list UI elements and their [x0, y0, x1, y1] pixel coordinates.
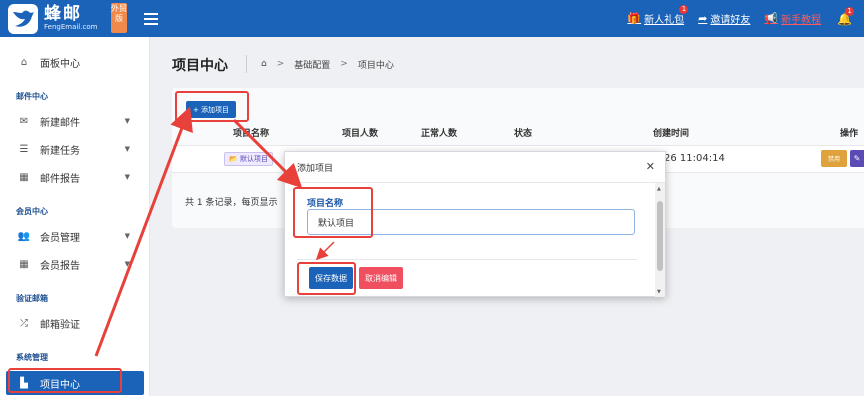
brand-domain: FengEmail.com: [44, 23, 98, 31]
column-header: 项目名称: [233, 129, 270, 139]
project-name-tag[interactable]: 📂 默认项目: [224, 152, 273, 166]
chevron-right-icon: >: [340, 59, 348, 69]
sidebar-item-member-manage[interactable]: 👥 会员管理 ▼: [0, 224, 150, 248]
dialog-scrollbar[interactable]: ▲ ▼: [655, 183, 665, 297]
column-header: 操作: [840, 129, 859, 139]
created-time: 26 11:04:14: [664, 153, 725, 164]
chevron-down-icon: ▼: [124, 232, 130, 240]
home-breadcrumb-icon[interactable]: ⌂: [261, 59, 267, 69]
top-navbar: 蜂邮 FengEmail.com 外贸版 🎁 新人礼包 1 ➦ 邀请好友 📢 新…: [0, 0, 864, 37]
megaphone-icon: 📢: [764, 12, 779, 25]
cancel-button[interactable]: 取消编辑: [359, 267, 403, 289]
column-header: 项目人数: [342, 129, 379, 139]
gift-badge: 1: [679, 5, 689, 14]
disable-button[interactable]: 禁用: [821, 150, 847, 167]
highlight-project-center: [8, 368, 122, 393]
chevron-right-icon: >: [276, 59, 285, 69]
brand-tag: 外贸版: [111, 3, 127, 33]
section-member-center: 会员中心: [16, 207, 48, 216]
column-header: 正常人数: [421, 129, 458, 139]
scroll-down-icon[interactable]: ▼: [657, 289, 661, 295]
chevron-down-icon: ▼: [124, 260, 130, 268]
highlight-save-button: [297, 262, 356, 295]
brand-name: 蜂邮: [44, 4, 82, 24]
brand-logo[interactable]: 蜂邮 FengEmail.com 外贸版: [0, 0, 144, 37]
sidebar-item-mail-verify[interactable]: ⤮ 邮箱验证: [0, 311, 150, 335]
share-icon: ➦: [698, 12, 708, 25]
dialog-title: 添加项目: [285, 152, 665, 183]
highlight-add-button: [175, 91, 249, 122]
breadcrumb: ⌂ > 基础配置 > 项目中心: [246, 55, 394, 73]
sidebar-item-mail-report[interactable]: ▦ 邮件报告 ▼: [0, 165, 150, 189]
close-icon[interactable]: ✕: [646, 160, 655, 173]
sidebar-item-dashboard[interactable]: ⌂ 面板中心: [0, 50, 150, 74]
chart-icon: ▦: [19, 171, 29, 183]
gift-icon: 🎁: [627, 12, 642, 25]
divider: [297, 259, 637, 260]
notification-bell-icon[interactable]: 🔔 1: [837, 6, 855, 26]
chevron-down-icon: ▼: [124, 173, 130, 181]
sidebar-item-new-task[interactable]: ☰ 新建任务 ▼: [0, 137, 150, 161]
section-verify-mail: 验证邮箱: [16, 294, 48, 303]
bird-logo-icon: [8, 3, 38, 34]
invite-friend-link[interactable]: ➦ 邀请好友: [698, 11, 750, 26]
home-icon: ⌂: [20, 56, 28, 68]
section-mail-center: 邮件中心: [16, 92, 48, 101]
sidebar-item-member-report[interactable]: ▦ 会员报告 ▼: [0, 252, 150, 276]
chart-icon: ▦: [19, 258, 29, 270]
breadcrumb-item: 项目中心: [357, 60, 394, 71]
breadcrumb-item[interactable]: 基础配置: [294, 58, 330, 71]
edit-icon[interactable]: ✎: [850, 150, 864, 167]
bell-badge: 1: [845, 6, 855, 16]
shuffle-icon: ⤮: [20, 317, 28, 329]
sidebar-item-new-mail[interactable]: ✉ 新建邮件 ▼: [0, 109, 150, 133]
new-user-gift-link[interactable]: 🎁 新人礼包 1: [627, 5, 689, 26]
pagination-info: 共 1 条记录，每页显示: [185, 198, 278, 208]
page-title: 项目中心: [172, 58, 228, 74]
scroll-up-icon[interactable]: ▲: [657, 186, 661, 192]
column-header: 状态: [514, 129, 533, 139]
folder-icon: 📂: [229, 155, 240, 163]
beginner-tutorial-link[interactable]: 📢 新手教程: [764, 11, 821, 26]
sidebar: ⌂ 面板中心 邮件中心 ✉ 新建邮件 ▼ ☰ 新建任务 ▼ ▦ 邮件报告 ▼ 会员中心 👥 会员…: [0, 37, 150, 396]
list-icon: ☰: [19, 143, 29, 155]
chevron-down-icon: ▼: [124, 117, 130, 125]
menu-toggle-icon[interactable]: [144, 12, 158, 25]
chevron-down-icon: ▼: [124, 145, 130, 153]
highlight-name-field: [293, 187, 373, 238]
users-icon: 👥: [17, 230, 31, 242]
envelope-icon: ✉: [19, 115, 29, 127]
scroll-thumb[interactable]: [657, 201, 663, 271]
column-header: 创建时间: [653, 129, 690, 139]
section-system-manage: 系统管理: [16, 353, 48, 362]
